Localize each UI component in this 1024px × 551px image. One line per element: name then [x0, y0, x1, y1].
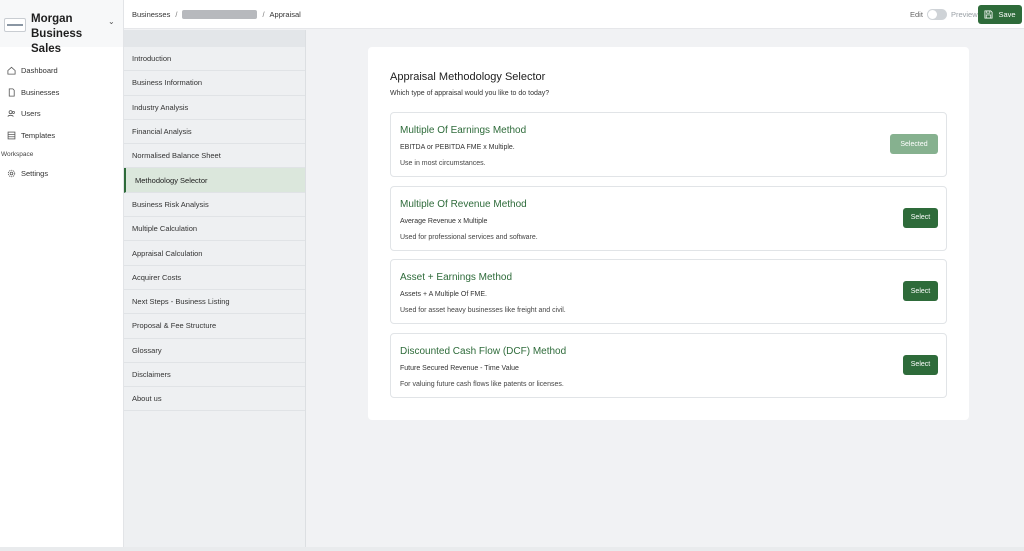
section-item-disclaimers[interactable]: Disclaimers — [124, 363, 305, 388]
section-item-methodology-selector[interactable]: Methodology Selector — [124, 168, 305, 193]
brand-switcher[interactable]: Morgan Business Sales ⌄ — [0, 0, 123, 55]
save-icon — [984, 10, 993, 19]
nav-item-label: Templates — [21, 130, 56, 140]
workspace-section-label: Workspace — [1, 151, 34, 158]
page-title: Appraisal Methodology Selector — [390, 71, 546, 83]
method-title: Multiple Of Earnings Method — [400, 125, 527, 136]
nav-item-dashboard[interactable]: Dashboard — [0, 60, 123, 82]
method-card: Multiple Of Revenue Method Average Revenu… — [390, 185, 947, 251]
section-item-introduction[interactable]: Introduction — [124, 47, 305, 72]
section-item-appraisal-calculation[interactable]: Appraisal Calculation — [124, 241, 305, 266]
file-icon — [6, 87, 16, 97]
method-formula: EBITDA or PEBITDA FME x Multiple. — [400, 144, 515, 151]
gear-icon — [6, 169, 16, 179]
nav-item-users[interactable]: Users — [0, 103, 123, 125]
select-button[interactable]: Select — [903, 354, 938, 375]
methodology-panel: Appraisal Methodology Selector Which typ… — [368, 47, 969, 420]
section-item-normalised-balance-sheet[interactable]: Normalised Balance Sheet — [124, 144, 305, 169]
section-item-proposal-fee-structure[interactable]: Proposal & Fee Structure — [124, 314, 305, 339]
nav-item-label: Users — [21, 109, 41, 119]
section-item-financial-analysis[interactable]: Financial Analysis — [124, 120, 305, 145]
method-usage: For valuing future cash flows like paten… — [400, 380, 564, 388]
page-subtitle: Which type of appraisal would you like t… — [390, 90, 550, 97]
breadcrumb: Businesses / / Appraisal — [132, 10, 301, 19]
method-usage: Used for professional services and softw… — [400, 233, 538, 241]
section-item-industry-analysis[interactable]: Industry Analysis — [124, 96, 305, 120]
nav-item-label: Dashboard — [21, 66, 58, 76]
method-title: Discounted Cash Flow (DCF) Method — [400, 345, 567, 357]
select-button[interactable]: Select — [903, 207, 938, 228]
method-formula: Average Revenue x Multiple — [400, 217, 488, 225]
selected-button[interactable]: Selected — [890, 134, 938, 154]
section-item-business-risk-analysis[interactable]: Business Risk Analysis — [124, 193, 305, 218]
method-formula: Future Secured Revenue - Time Value — [400, 364, 519, 372]
section-item-business-information[interactable]: Business Information — [124, 71, 305, 96]
select-button[interactable]: Select — [903, 281, 938, 301]
report-section-list: Introduction Business Information Industry… — [124, 30, 306, 547]
save-button-label: Save — [998, 10, 1016, 19]
nav-item-templates[interactable]: Templates — [0, 125, 123, 147]
method-title: Multiple Of Revenue Method — [400, 198, 527, 210]
nav-item-settings[interactable]: Settings — [0, 163, 123, 185]
main-content: Appraisal Methodology Selector Which typ… — [306, 30, 1024, 547]
nav-item-businesses[interactable]: Businesses — [0, 82, 123, 104]
breadcrumb-current: Appraisal — [269, 10, 301, 19]
method-card: Asset + Earnings Method Assets + A Multip… — [390, 259, 947, 324]
users-icon — [6, 109, 16, 119]
section-list-header — [124, 30, 305, 47]
nav-item-label: Settings — [21, 169, 49, 179]
breadcrumb-separator: / — [262, 10, 265, 19]
edit-label: Edit — [910, 10, 923, 19]
section-item-multiple-calculation[interactable]: Multiple Calculation — [124, 217, 305, 242]
home-icon — [6, 66, 16, 76]
templates-icon — [6, 130, 16, 140]
sidebar: Morgan Business Sales ⌄ Dashboard Busine… — [0, 0, 124, 547]
brand-logo — [4, 18, 26, 32]
save-button[interactable]: Save — [978, 5, 1022, 24]
method-formula: Assets + A Multiple Of FME. — [400, 291, 487, 298]
breadcrumb-business-name-redacted[interactable] — [182, 10, 258, 19]
method-title: Asset + Earnings Method — [400, 272, 513, 283]
method-card: Discounted Cash Flow (DCF) Method Future … — [390, 332, 947, 398]
nav-item-label: Businesses — [21, 87, 60, 97]
chevron-down-icon[interactable]: ⌄ — [108, 17, 115, 26]
breadcrumb-businesses[interactable]: Businesses — [132, 10, 170, 19]
section-item-about-us[interactable]: About us — [124, 387, 305, 412]
section-item-acquirer-costs[interactable]: Acquirer Costs — [124, 266, 305, 290]
brand-name: Morgan Business Sales — [31, 13, 83, 55]
method-card: Multiple Of Earnings Method EBITDA or PEB… — [390, 112, 947, 177]
section-item-glossary[interactable]: Glossary — [124, 339, 305, 363]
section-item-next-steps-business-listing[interactable]: Next Steps - Business Listing — [124, 290, 305, 315]
bottom-strip — [0, 547, 1024, 551]
edit-preview-switch: Edit Preview — [910, 9, 978, 20]
method-usage: Used for asset heavy businesses like fre… — [400, 307, 566, 314]
top-bar: Businesses / / Appraisal Edit Preview Sa… — [124, 0, 1024, 29]
method-usage: Use in most circumstances. — [400, 160, 486, 167]
mode-toggle[interactable] — [926, 9, 947, 20]
breadcrumb-separator: / — [175, 10, 178, 19]
preview-label: Preview — [950, 10, 978, 19]
main-nav: Dashboard Businesses Users Templates Wor… — [0, 60, 123, 185]
